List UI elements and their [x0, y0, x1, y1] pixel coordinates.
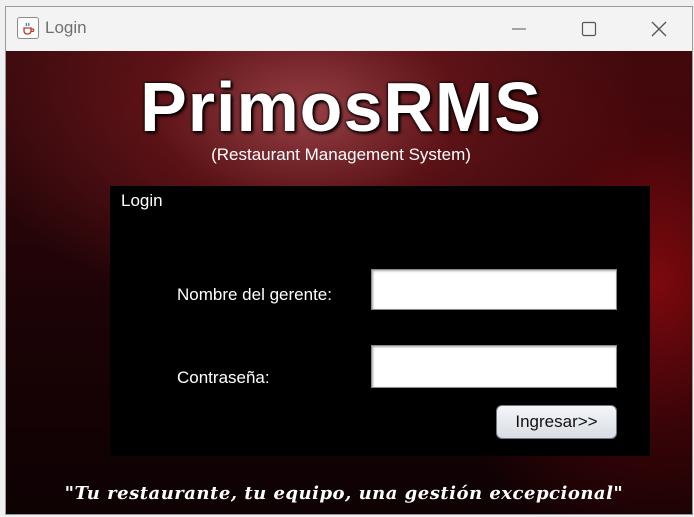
title-bar[interactable]: Login — [6, 7, 692, 51]
brand-subtitle: (Restaurant Management System) — [211, 145, 471, 164]
close-icon — [651, 21, 667, 37]
minimize-icon — [512, 28, 526, 30]
password-label: Contraseña: — [177, 368, 270, 387]
login-content: PrimosRMS (Restaurant Management System)… — [6, 51, 692, 514]
password-input[interactable] — [371, 345, 617, 388]
close-button[interactable] — [624, 7, 692, 51]
maximize-icon — [581, 21, 597, 37]
minimize-button[interactable] — [484, 7, 554, 51]
login-window: Login PrimosRMS (Restaurant Management S… — [5, 6, 693, 515]
panel-title: Login — [121, 191, 163, 210]
brand-title: PrimosRMS — [140, 68, 542, 146]
username-input[interactable] — [371, 269, 617, 310]
maximize-button[interactable] — [554, 7, 624, 51]
login-panel: Login Nombre del gerente: Contraseña: In… — [110, 186, 650, 456]
username-label: Nombre del gerente: — [177, 285, 332, 304]
slogan-text: "Tu restaurante, tu equipo, una gestión … — [64, 483, 624, 504]
java-cup-icon[interactable] — [17, 17, 39, 39]
window-title: Login — [45, 18, 87, 37]
login-button[interactable]: Ingresar>> — [496, 405, 617, 439]
